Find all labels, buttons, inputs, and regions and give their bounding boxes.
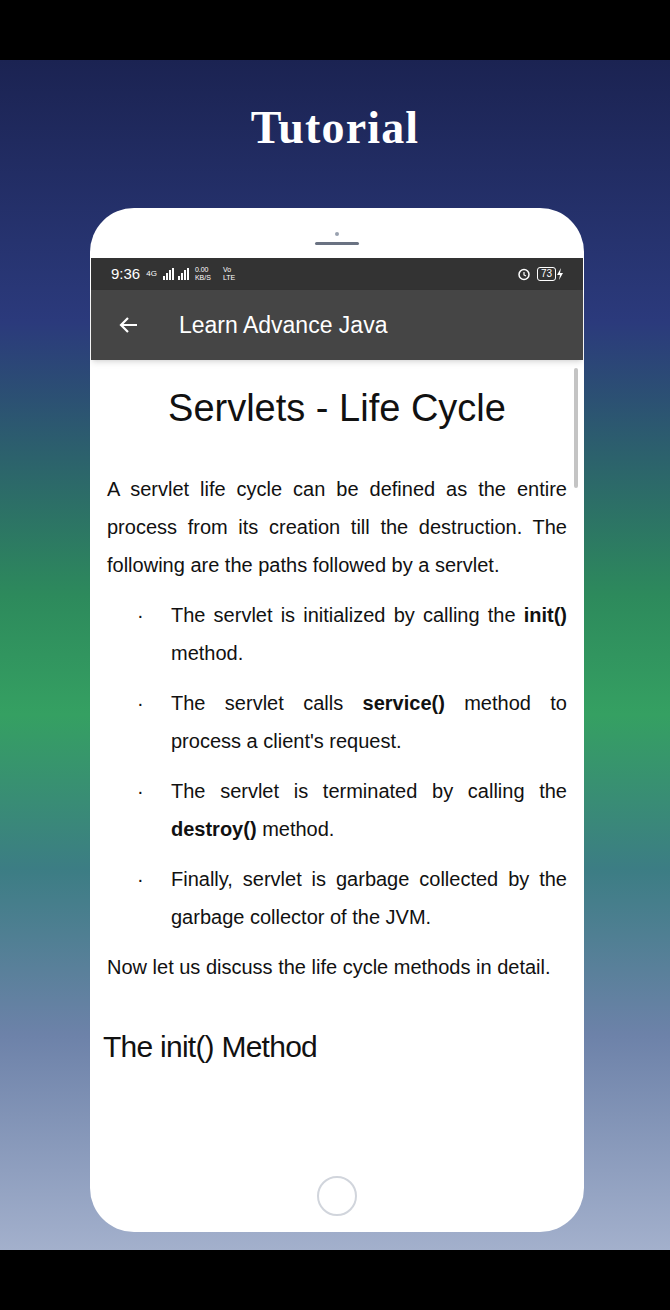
status-network: 4G xyxy=(146,270,157,278)
signal-icon xyxy=(163,268,189,280)
battery-indicator: 73 xyxy=(537,267,563,281)
speaker xyxy=(315,242,359,245)
article-title: Servlets - Life Cycle xyxy=(107,384,567,432)
bottom-black-bar xyxy=(0,1250,670,1310)
app-bar: Learn Advance Java xyxy=(91,290,583,360)
intro-paragraph: A servlet life cycle can be defined as t… xyxy=(107,470,567,584)
top-black-bar xyxy=(0,0,670,60)
aurora-background: Tutorial 9:36 4G 0.00 KB/S Vo LTE 73 Learn Adv… xyxy=(0,60,670,1250)
phone-bottom-bezel xyxy=(90,1160,584,1232)
phone-frame: 9:36 4G 0.00 KB/S Vo LTE 73 Learn Advance Jav… xyxy=(90,208,584,1232)
status-speed: 0.00 KB/S xyxy=(195,266,217,282)
status-time: 9:36 xyxy=(111,263,140,286)
home-button[interactable] xyxy=(317,1176,357,1216)
back-arrow-icon[interactable] xyxy=(117,313,141,337)
outro-paragraph: Now let us discuss the life cycle method… xyxy=(107,948,567,986)
bullet-item: ·The servlet calls service() method to p… xyxy=(107,684,567,760)
status-bar: 9:36 4G 0.00 KB/S Vo LTE 73 xyxy=(91,258,583,290)
page: Tutorial 9:36 4G 0.00 KB/S Vo LTE 73 Learn Adv… xyxy=(0,0,670,1310)
bullet-item: ·The servlet is terminated by calling th… xyxy=(107,772,567,848)
section-title: The init() Method xyxy=(103,1028,567,1066)
banner-title: Tutorial xyxy=(0,60,670,152)
bullet-item: ·Finally, servlet is garbage collected b… xyxy=(107,860,567,936)
bullet-item: ·The servlet is initialized by calling t… xyxy=(107,596,567,672)
camera-dot xyxy=(335,232,339,236)
bullet-list: ·The servlet is initialized by calling t… xyxy=(107,596,567,936)
phone-top-bezel xyxy=(90,208,584,258)
alarm-icon xyxy=(517,267,531,281)
app-title: Learn Advance Java xyxy=(179,308,387,343)
status-volte: Vo LTE xyxy=(223,266,243,282)
scrollbar-thumb[interactable] xyxy=(574,368,578,488)
article-content[interactable]: Servlets - Life Cycle A servlet life cycl… xyxy=(91,360,583,1160)
charging-icon xyxy=(557,268,563,280)
